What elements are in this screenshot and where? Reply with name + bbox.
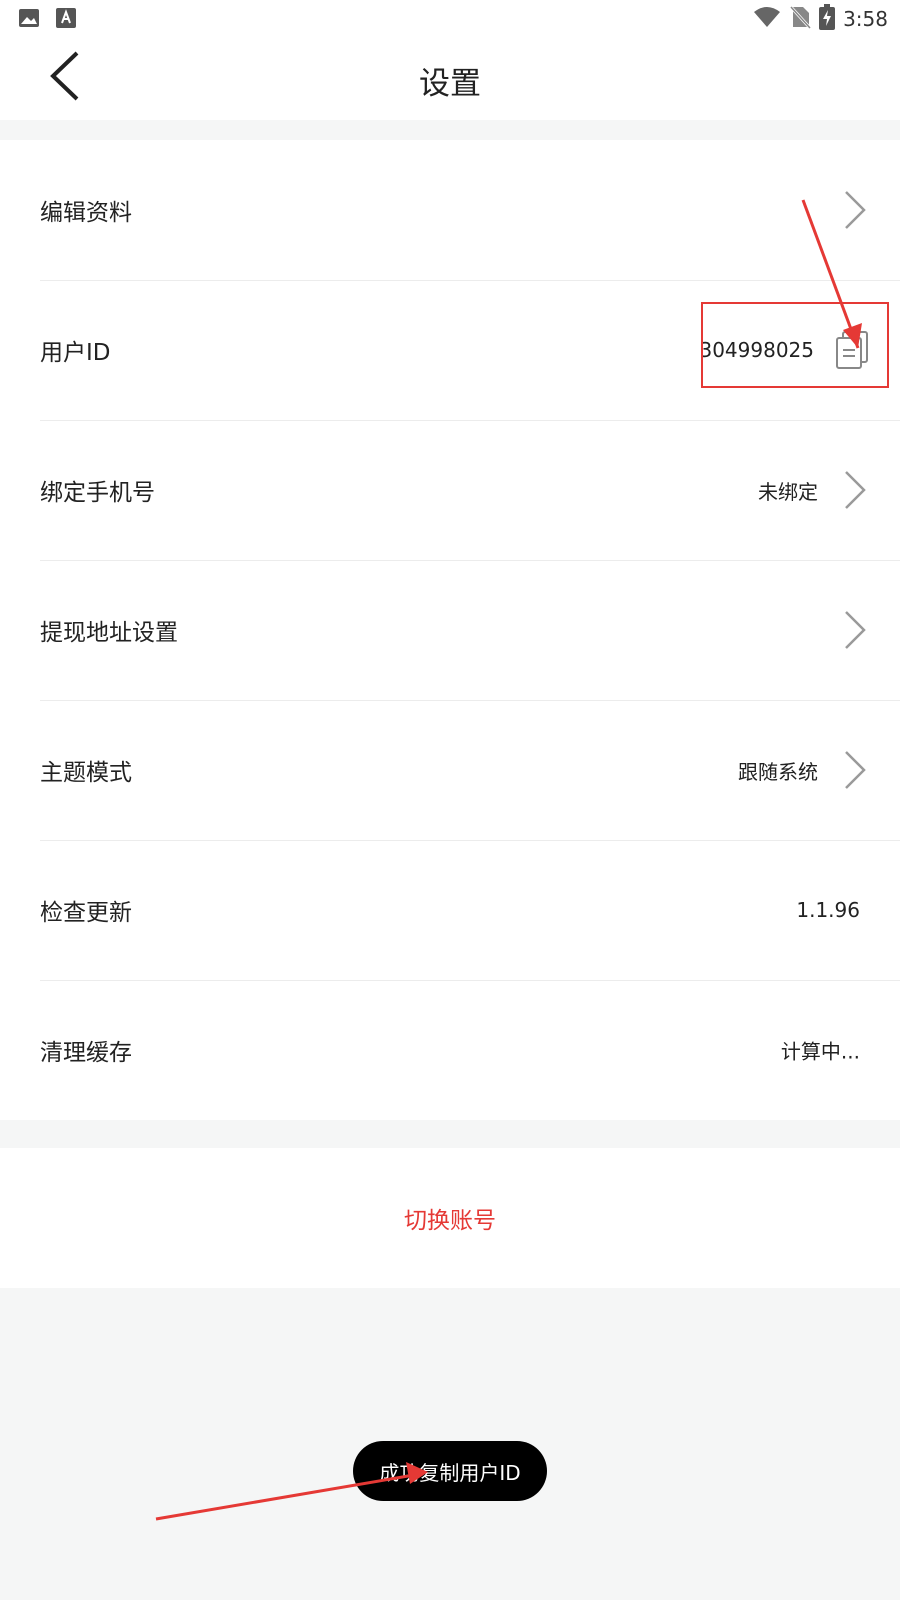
status-bar: 3:58 [0,0,900,36]
chevron-right-icon [840,188,870,232]
theme-mode-row[interactable]: 主题模式 跟随系统 [0,700,900,840]
image-icon [18,8,40,32]
status-time: 3:58 [843,7,888,31]
chevron-right-icon [840,468,870,512]
check-update-row[interactable]: 检查更新 1.1.96 [0,840,900,980]
cache-size: 计算中... [780,1039,860,1064]
no-sim-icon [789,5,812,33]
edit-profile-row[interactable]: 编辑资料 [0,140,900,280]
highlight-box [701,302,889,388]
withdraw-address-row[interactable]: 提现地址设置 [0,560,900,700]
theme-mode-value: 跟随系统 [738,759,818,784]
chevron-right-icon [840,748,870,792]
app-header: 设置 [0,36,900,120]
settings-list: 编辑资料 用户ID 304998025 绑定手机号 未绑定 提现地址设置 主题模… [0,140,900,1120]
switch-account-card: 切换账号 [0,1148,900,1288]
theme-mode-label: 主题模式 [40,760,132,786]
clear-cache-label: 清理缓存 [40,1040,132,1066]
bind-phone-row[interactable]: 绑定手机号 未绑定 [0,420,900,560]
check-update-label: 检查更新 [40,900,132,926]
page-title: 设置 [419,66,481,102]
chevron-right-icon [840,608,870,652]
user-id-label: 用户ID [40,340,111,366]
bind-phone-label: 绑定手机号 [40,480,155,506]
app-version: 1.1.96 [796,898,860,922]
withdraw-address-label: 提现地址设置 [40,620,178,646]
font-icon [56,8,76,32]
bind-phone-status: 未绑定 [758,479,818,504]
switch-account-button[interactable]: 切换账号 [0,1201,900,1235]
battery-charging-icon [819,4,836,34]
clear-cache-row[interactable]: 清理缓存 计算中... [0,980,900,1120]
wifi-icon [753,6,781,32]
edit-profile-label: 编辑资料 [40,200,132,226]
copy-success-toast: 成功复制用户ID [353,1441,547,1501]
